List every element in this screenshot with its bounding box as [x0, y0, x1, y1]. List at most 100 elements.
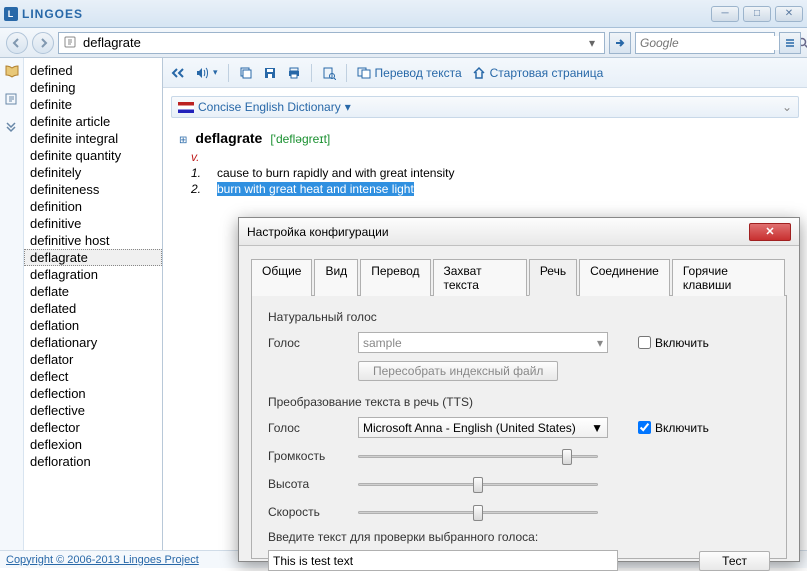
- app-name: LINGOES: [22, 7, 83, 21]
- tab-Соединение[interactable]: Соединение: [579, 259, 670, 296]
- maximize-button[interactable]: □: [743, 6, 771, 22]
- word-item[interactable]: deflation: [24, 317, 162, 334]
- find-button[interactable]: [322, 66, 336, 80]
- chevron-down-icon: ▾: [597, 336, 603, 350]
- part-of-speech: v.: [191, 150, 791, 164]
- tts-group: Преобразование текста в речь (TTS) Голос…: [268, 395, 770, 571]
- expand-icon[interactable]: ⌄: [782, 100, 792, 114]
- search-dropdown[interactable]: ▾: [584, 36, 600, 50]
- word-item[interactable]: definitely: [24, 164, 162, 181]
- natural-voice-select[interactable]: sample▾: [358, 332, 608, 353]
- word-item[interactable]: definite article: [24, 113, 162, 130]
- word-item[interactable]: deflexion: [24, 436, 162, 453]
- word-item[interactable]: defloration: [24, 453, 162, 470]
- dialog-title: Настройка конфигурации: [247, 225, 389, 239]
- definitions: 1.cause to burn rapidly and with great i…: [191, 166, 791, 196]
- dialog-titlebar[interactable]: Настройка конфигурации ✕: [239, 218, 799, 246]
- word-item[interactable]: deflector: [24, 419, 162, 436]
- word-item[interactable]: deflated: [24, 300, 162, 317]
- search-input[interactable]: [83, 35, 584, 50]
- tab-Перевод[interactable]: Перевод: [360, 259, 430, 296]
- dictionary-selector[interactable]: Concise English Dictionary ▾ ⌄: [171, 96, 799, 118]
- web-search-input[interactable]: [640, 36, 797, 50]
- word-item[interactable]: definite: [24, 96, 162, 113]
- index-icon[interactable]: [4, 92, 20, 108]
- home-link[interactable]: Стартовая страница: [472, 66, 604, 80]
- definition: 1.cause to burn rapidly and with great i…: [191, 166, 791, 180]
- copy-button[interactable]: [239, 66, 253, 80]
- search-box[interactable]: ▾: [58, 32, 605, 54]
- word-item[interactable]: definite quantity: [24, 147, 162, 164]
- sidebar: defineddefiningdefinitedefinite articled…: [0, 58, 163, 550]
- tab-Горячие клавиши[interactable]: Горячие клавиши: [672, 259, 785, 296]
- rebuild-index-button[interactable]: Пересобрать индексный файл: [358, 361, 558, 381]
- menu-button[interactable]: [779, 32, 801, 54]
- close-button[interactable]: ✕: [775, 6, 803, 22]
- natural-voice-group: Натуральный голос Голос sample▾ Включить…: [268, 310, 770, 381]
- voice-label: Голос: [268, 336, 348, 350]
- tab-Захват текста[interactable]: Захват текста: [433, 259, 527, 296]
- definition: 2.burn with great heat and intense light: [191, 182, 791, 196]
- tab-panel-speech: Натуральный голос Голос sample▾ Включить…: [251, 296, 787, 559]
- voice-label: Голос: [268, 421, 348, 435]
- separator: [311, 64, 312, 82]
- word-item[interactable]: deflect: [24, 368, 162, 385]
- tab-Вид[interactable]: Вид: [314, 259, 358, 296]
- translate-link[interactable]: Перевод текста: [357, 66, 462, 80]
- copyright-link[interactable]: Copyright © 2006-2013 Lingoes Project: [6, 554, 199, 566]
- save-button[interactable]: [263, 66, 277, 80]
- word-item[interactable]: definitive host: [24, 232, 162, 249]
- web-search-box[interactable]: ▾: [635, 32, 775, 54]
- appendix-icon[interactable]: [4, 120, 20, 136]
- collapse-button[interactable]: [171, 67, 185, 79]
- word-item[interactable]: deflagrate: [24, 249, 162, 266]
- group-title: Натуральный голос: [268, 310, 770, 324]
- content-toolbar: ▾ Перевод текста Стартовая страница: [163, 58, 807, 88]
- expand-entry-icon[interactable]: ⊞: [179, 135, 187, 146]
- book-icon[interactable]: [4, 64, 20, 80]
- tab-Речь[interactable]: Речь: [529, 259, 577, 296]
- test-label: Введите текст для проверки выбранного го…: [268, 530, 770, 544]
- dictionary-icon: [63, 35, 79, 51]
- tts-enable-checkbox[interactable]: Включить: [638, 421, 709, 435]
- word-item[interactable]: definitive: [24, 215, 162, 232]
- word-item[interactable]: definite integral: [24, 130, 162, 147]
- volume-slider[interactable]: [358, 446, 598, 466]
- speak-button[interactable]: ▾: [195, 66, 218, 80]
- forward-button[interactable]: [32, 32, 54, 54]
- app-logo: L LINGOES: [4, 7, 83, 21]
- phonetic: ['defləgreɪt]: [270, 132, 330, 146]
- speed-slider[interactable]: [358, 502, 598, 522]
- minimize-button[interactable]: ─: [711, 6, 739, 22]
- word-item[interactable]: deflationary: [24, 334, 162, 351]
- word-item[interactable]: defining: [24, 79, 162, 96]
- word-item[interactable]: deflection: [24, 385, 162, 402]
- word-item[interactable]: definition: [24, 198, 162, 215]
- dictionary-entry: ⊞ deflagrate ['defləgreɪt] v. 1.cause to…: [163, 126, 807, 200]
- dictionary-name: Concise English Dictionary: [198, 100, 341, 114]
- word-item[interactable]: deflate: [24, 283, 162, 300]
- tab-Общие[interactable]: Общие: [251, 259, 312, 296]
- dialog-close-button[interactable]: ✕: [749, 223, 791, 241]
- print-button[interactable]: [287, 66, 301, 80]
- tts-voice-select[interactable]: Microsoft Anna - English (United States)…: [358, 417, 608, 438]
- headword: deflagrate: [195, 130, 262, 146]
- logo-icon: L: [4, 7, 18, 21]
- natural-enable-checkbox[interactable]: Включить: [638, 336, 709, 350]
- word-item[interactable]: defined: [24, 62, 162, 79]
- sidebar-rail: [0, 58, 24, 550]
- dialog-tabs: ОбщиеВидПереводЗахват текстаРечьСоединен…: [251, 258, 787, 296]
- chevron-down-icon[interactable]: ▾: [345, 100, 351, 114]
- volume-label: Громкость: [268, 449, 348, 463]
- pitch-slider[interactable]: [358, 474, 598, 494]
- word-item[interactable]: deflective: [24, 402, 162, 419]
- nav-bar: ▾ ▾: [0, 28, 807, 58]
- word-item[interactable]: definiteness: [24, 181, 162, 198]
- word-list[interactable]: defineddefiningdefinitedefinite articled…: [24, 58, 162, 550]
- back-button[interactable]: [6, 32, 28, 54]
- settings-dialog: Настройка конфигурации ✕ ОбщиеВидПеревод…: [238, 217, 800, 562]
- group-title: Преобразование текста в речь (TTS): [268, 395, 770, 409]
- search-go-button[interactable]: [609, 32, 631, 54]
- word-item[interactable]: deflagration: [24, 266, 162, 283]
- word-item[interactable]: deflator: [24, 351, 162, 368]
